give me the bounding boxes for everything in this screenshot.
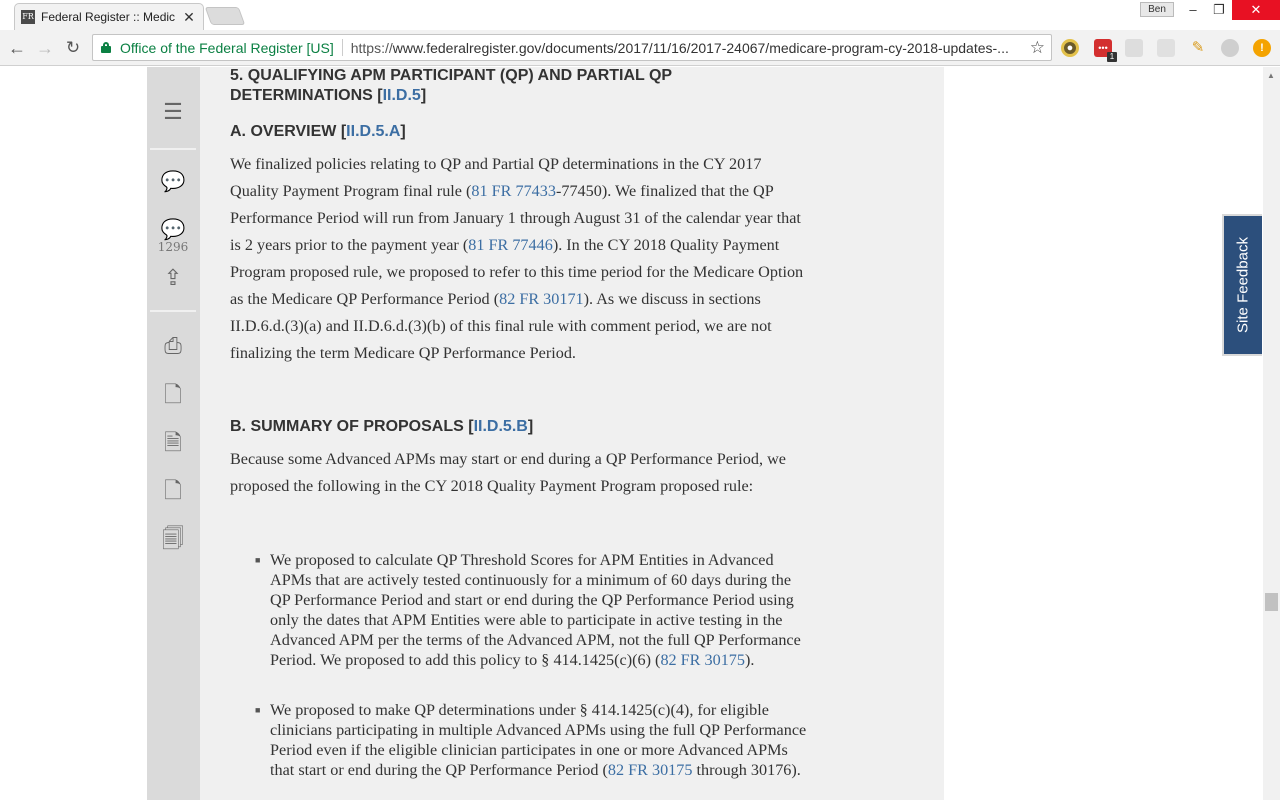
tab-title: Federal Register :: Medic bbox=[41, 10, 176, 24]
scrollbar-thumb[interactable] bbox=[1265, 593, 1278, 611]
extension-pen-icon[interactable]: ✎ bbox=[1189, 39, 1207, 57]
heading-line: 5. QUALIFYING APM PARTICIPANT (QP) AND P… bbox=[230, 67, 673, 84]
lock-icon[interactable] bbox=[101, 42, 111, 53]
list-item: We proposed to make QP determinations un… bbox=[255, 700, 815, 780]
url-protocol: https:// bbox=[350, 39, 393, 56]
citation-link[interactable]: 82 FR 30171 bbox=[499, 290, 584, 308]
summary-heading: B. SUMMARY OF PROPOSALS [II.D.5.B] bbox=[230, 417, 533, 437]
vertical-scrollbar[interactable]: ▲ bbox=[1263, 67, 1280, 800]
bracket-close: ] bbox=[527, 418, 534, 435]
extension-puzzle-icon[interactable] bbox=[1157, 39, 1175, 57]
extension-red-icon[interactable]: ••• 1 bbox=[1094, 39, 1117, 62]
print-icon[interactable]: ⎙ bbox=[159, 332, 187, 360]
address-separator bbox=[341, 39, 343, 56]
heading-line: DETERMINATIONS [ bbox=[230, 87, 383, 104]
document-icon[interactable]: 🗋 bbox=[159, 381, 187, 409]
citation-link[interactable]: 81 FR 77446 bbox=[468, 236, 553, 254]
chrome-menu-alert-icon[interactable]: ! bbox=[1253, 39, 1271, 57]
extension-badge: 1 bbox=[1107, 52, 1117, 62]
extension-shield-icon[interactable]: ● bbox=[1061, 39, 1079, 57]
tab-strip: FR Federal Register :: Medic ✕ Ben – ❐ ✕ bbox=[0, 0, 1280, 30]
citation-link[interactable]: 82 FR 30175 bbox=[660, 651, 745, 669]
profile-button[interactable]: Ben bbox=[1140, 2, 1174, 17]
sidebar-divider bbox=[150, 148, 196, 150]
new-tab-button[interactable] bbox=[204, 7, 246, 25]
tab-close-icon[interactable]: ✕ bbox=[181, 9, 197, 26]
summary-ref-link[interactable]: II.D.5.B bbox=[474, 418, 528, 435]
site-feedback-label: Site Feedback bbox=[1234, 237, 1252, 333]
overview-ref-link[interactable]: II.D.5.A bbox=[346, 123, 400, 140]
overview-heading: A. OVERVIEW [II.D.5.A] bbox=[230, 122, 406, 142]
heading-text: A. OVERVIEW [ bbox=[230, 123, 347, 140]
developer-tools-icon[interactable]: 🗐 bbox=[159, 525, 187, 553]
list-item-text: through 30176). bbox=[692, 761, 801, 779]
bookmark-star-icon[interactable]: ☆ bbox=[1030, 38, 1045, 58]
section-5-heading: 5. QUALIFYING APM PARTICIPANT (QP) AND P… bbox=[230, 66, 672, 106]
site-feedback-button[interactable]: Site Feedback bbox=[1222, 214, 1262, 356]
comment-count: 1296 bbox=[157, 240, 189, 254]
heading-text: B. SUMMARY OF PROPOSALS [ bbox=[230, 418, 474, 435]
forward-arrow-icon[interactable]: → bbox=[35, 38, 55, 58]
citation-link[interactable]: 81 FR 77433 bbox=[471, 182, 556, 200]
list-item-text: ). bbox=[745, 651, 755, 669]
sidebar-divider bbox=[150, 310, 196, 312]
document-details-icon[interactable]: 🗎 bbox=[159, 429, 187, 457]
browser-window: FR Federal Register :: Medic ✕ Ben – ❐ ✕… bbox=[0, 0, 1280, 800]
browser-tab[interactable]: FR Federal Register :: Medic ✕ bbox=[14, 3, 204, 30]
scroll-up-arrow-icon[interactable]: ▲ bbox=[1267, 71, 1275, 80]
pdf-icon[interactable]: 🗋 bbox=[159, 477, 187, 505]
extension-chat-icon[interactable] bbox=[1125, 39, 1143, 57]
url-path: www.federalregister.gov/documents/2017/1… bbox=[392, 39, 1009, 56]
site-identity[interactable]: Office of the Federal Register [US] bbox=[120, 40, 334, 56]
summary-paragraph: Because some Advanced APMs may start or … bbox=[230, 450, 786, 495]
extension-gray-icon[interactable] bbox=[1221, 39, 1239, 57]
back-arrow-icon[interactable]: ← bbox=[7, 38, 27, 58]
close-window-button[interactable]: ✕ bbox=[1232, 0, 1280, 20]
url-text[interactable]: https://www.federalregister.gov/document… bbox=[351, 40, 1027, 56]
federal-register-favicon-icon: FR bbox=[21, 10, 35, 24]
bracket-close: ] bbox=[400, 123, 406, 140]
overview-paragraph: We finalized policies relating to QP and… bbox=[230, 151, 810, 367]
browser-toolbar: ← → ↻ Office of the Federal Register [US… bbox=[0, 30, 1280, 66]
section-ref-link[interactable]: II.D.5 bbox=[383, 87, 421, 104]
bracket-close: ] bbox=[420, 87, 427, 104]
reload-icon[interactable]: ↻ bbox=[63, 38, 83, 58]
comment-bubble-icon[interactable]: 💬 bbox=[159, 168, 187, 196]
share-icon[interactable]: ⇪ bbox=[159, 264, 187, 292]
maximize-button[interactable]: ❐ bbox=[1202, 0, 1236, 20]
list-item: We proposed to calculate QP Threshold Sc… bbox=[255, 550, 815, 670]
table-of-contents-icon[interactable]: ☰ bbox=[159, 98, 187, 126]
address-bar[interactable]: Office of the Federal Register [US] http… bbox=[92, 34, 1052, 61]
citation-link[interactable]: 82 FR 30175 bbox=[608, 761, 693, 779]
